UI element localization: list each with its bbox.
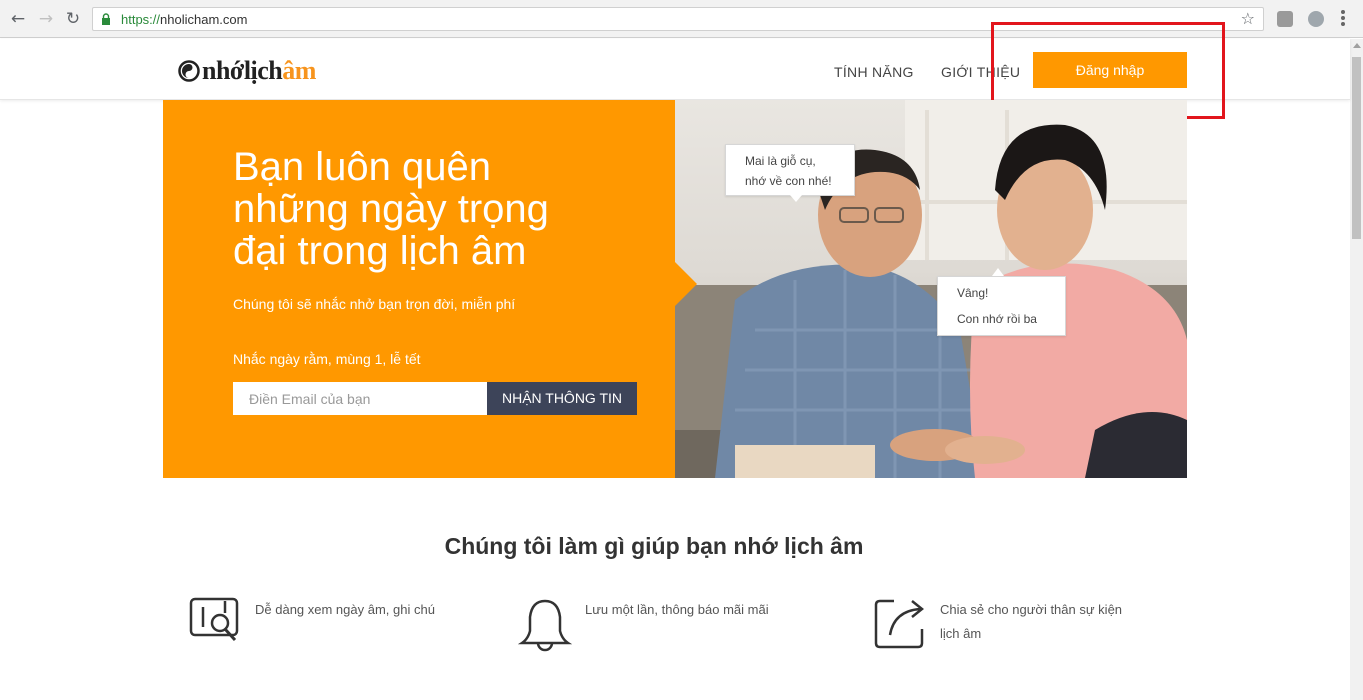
bell-icon (518, 599, 572, 652)
share-icon (874, 599, 925, 649)
speech-bubble-father: Mai là giỗ cụ, nhớ về con nhé! (725, 144, 855, 196)
hero-subtitle: Chúng tôi sẽ nhắc nhở bạn trọn đời, miễn… (233, 296, 516, 312)
forward-arrow-icon[interactable]: → (36, 9, 56, 29)
bubble-1-line-2: nhớ về con nhé! (745, 174, 832, 188)
nav-link-features[interactable]: TÍNH NĂNG (834, 64, 914, 80)
speech-bubble-son: Vâng! Con nhớ rồi ba (937, 276, 1066, 336)
features-title: Chúng tôi làm gì giúp bạn nhớ lịch âm (444, 533, 864, 559)
hero-arrow-pointer (675, 262, 697, 306)
page-scrollbar[interactable] (1350, 39, 1363, 700)
url-text: https://nholicham.com (121, 12, 248, 27)
hero-panel: Bạn luôn quên những ngày trọng đại trong… (163, 100, 675, 478)
feature-text: Dễ dàng xem ngày âm, ghi chú (255, 602, 435, 617)
feature-text-line-1: Chia sẻ cho người thân sự kiện (940, 602, 1123, 617)
lock-icon (102, 13, 110, 25)
bookmark-star-icon[interactable]: ☆ (1241, 9, 1255, 28)
hero-reminder-text: Nhắc ngày rằm, mùng 1, lễ tết (233, 351, 421, 367)
skype-icon[interactable] (1308, 11, 1324, 27)
back-arrow-icon[interactable]: ← (8, 9, 28, 29)
feature-text: Chia sẻ cho người thân sự kiện lịch âm (940, 598, 1122, 646)
site-logo[interactable]: nhớlịchâm (178, 56, 316, 86)
bubble-1-line-1: Mai là giỗ cụ, (745, 154, 816, 168)
feature-text-line-2: lịch âm (940, 626, 982, 641)
browser-menu-icon[interactable] (1340, 9, 1346, 29)
extension-icon[interactable] (1277, 11, 1293, 27)
scroll-up-arrow-icon[interactable] (1353, 43, 1361, 48)
reload-icon[interactable]: ↻ (63, 9, 83, 29)
bubble-2-line-1: Vâng! (957, 286, 989, 300)
speech-bubble-tail (790, 195, 802, 202)
hero-title: Bạn luôn quên những ngày trọng đại trong… (233, 145, 549, 273)
calendar-search-icon (189, 597, 239, 642)
logo-text: nhớlịch (202, 56, 283, 85)
scrollbar-thumb[interactable] (1352, 57, 1361, 239)
subscribe-button[interactable]: NHẬN THÔNG TIN (487, 382, 637, 415)
feature-text: Lưu một lần, thông báo mãi mãi (585, 602, 769, 617)
bubble-2-line-2: Con nhớ rồi ba (957, 312, 1037, 326)
speech-bubble-tail (992, 268, 1004, 276)
yin-yang-logo-icon (178, 60, 200, 82)
logo-accent-text: âm (282, 56, 316, 85)
email-input[interactable] (233, 382, 487, 415)
